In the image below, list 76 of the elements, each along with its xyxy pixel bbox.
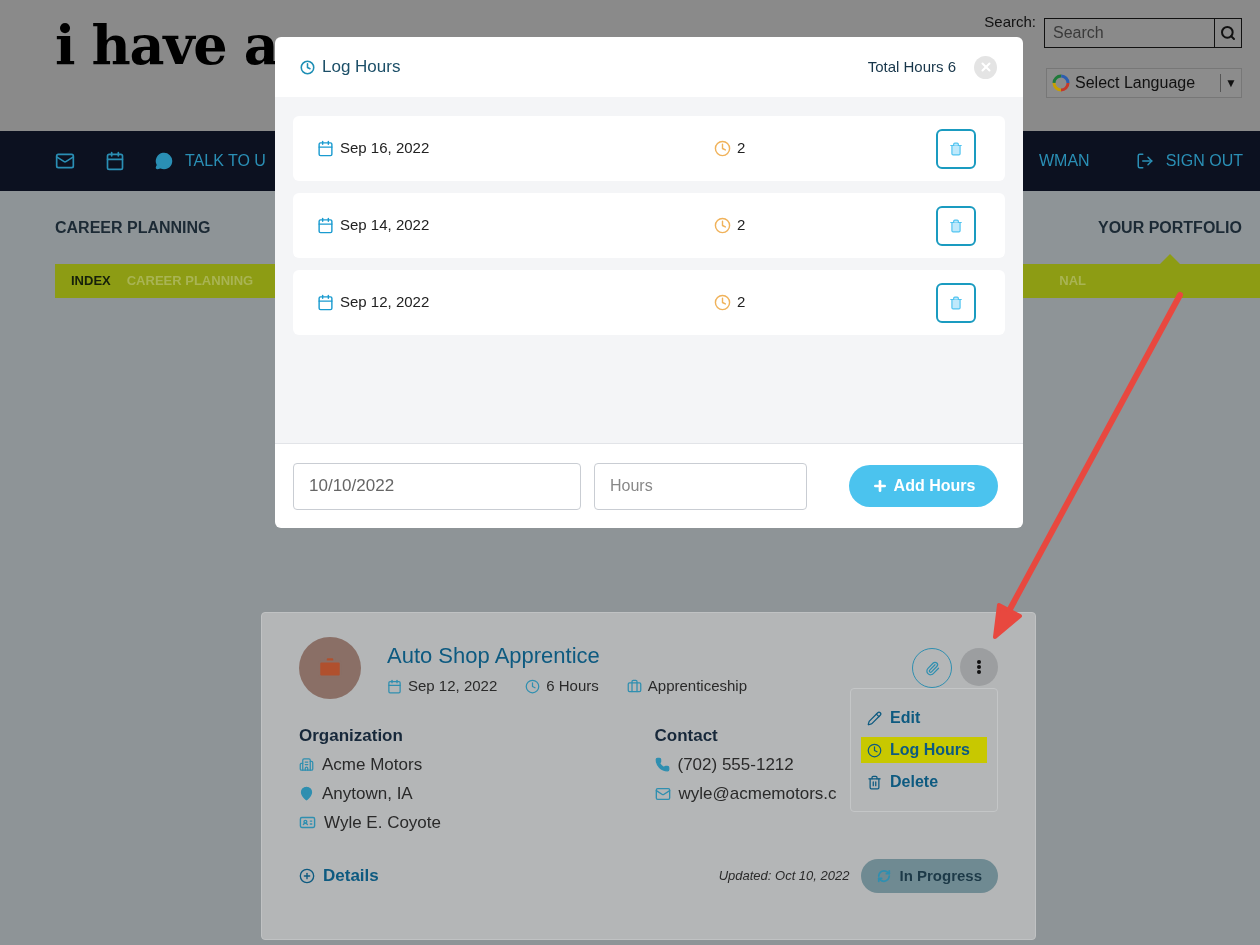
language-select[interactable]: Select Language ▼ bbox=[1046, 68, 1242, 98]
menu-item[interactable]: Edit bbox=[861, 705, 987, 731]
plus-circle-icon bbox=[299, 868, 315, 884]
sign-out-link[interactable]: SIGN OUT bbox=[1165, 149, 1243, 173]
site-logo[interactable]: i have a bbox=[55, 18, 278, 131]
briefcase-icon bbox=[626, 678, 642, 694]
sign-out-icon bbox=[1135, 152, 1154, 170]
trash-icon bbox=[949, 141, 963, 156]
dialog-title: Log Hours bbox=[322, 56, 401, 79]
search-icon bbox=[1220, 25, 1236, 41]
clock-icon bbox=[300, 59, 315, 75]
calendar-icon bbox=[317, 217, 334, 234]
card-title[interactable]: Auto Shop Apprentice bbox=[387, 641, 600, 671]
section-tab[interactable]: YOUR PORTFOLIO bbox=[1098, 215, 1242, 240]
building-icon bbox=[299, 757, 314, 772]
entry-hours: 2 bbox=[737, 138, 746, 159]
card-hours: 6 Hours bbox=[546, 676, 599, 696]
clock-icon bbox=[525, 678, 541, 694]
trash-icon bbox=[949, 218, 963, 233]
entry-date: Sep 16, 2022 bbox=[340, 138, 430, 159]
dropdown-caret: ▼ bbox=[1220, 74, 1237, 92]
updated-date: Updated: Oct 10, 2022 bbox=[718, 867, 850, 886]
date-input[interactable]: 10/10/2022 bbox=[293, 462, 581, 510]
delete-button[interactable] bbox=[936, 205, 976, 246]
calendar-icon bbox=[387, 678, 402, 694]
person-name: Wyle E. Coyote bbox=[324, 812, 441, 834]
trash-icon bbox=[867, 774, 882, 790]
google-logo-icon bbox=[1051, 73, 1071, 93]
search-label: Search: bbox=[984, 14, 1036, 30]
breadcrumb-link[interactable]: INDEX bbox=[71, 271, 111, 291]
status-badge: In Progress bbox=[861, 859, 998, 893]
more-icon bbox=[977, 660, 981, 674]
details-link[interactable]: Details bbox=[299, 863, 379, 889]
section-tab[interactable]: CAREER PLANNING bbox=[55, 215, 211, 240]
organization-name: Acme Motors bbox=[322, 754, 423, 776]
delete-button[interactable] bbox=[936, 128, 976, 169]
delete-button[interactable] bbox=[936, 282, 976, 323]
plus-icon bbox=[871, 478, 888, 494]
location-pin-icon bbox=[299, 786, 314, 801]
clock-icon bbox=[714, 140, 731, 157]
phone-icon bbox=[654, 757, 670, 772]
clock-icon bbox=[714, 294, 731, 311]
clock-icon bbox=[867, 742, 882, 758]
entry-date: Sep 14, 2022 bbox=[340, 215, 430, 236]
search-field[interactable]: Search bbox=[1044, 18, 1214, 48]
entry-hours: 2 bbox=[737, 292, 746, 313]
nav-link[interactable]: WMAN bbox=[1039, 149, 1090, 173]
mail-icon bbox=[654, 785, 671, 802]
clock-icon bbox=[714, 217, 731, 234]
chat-icon bbox=[155, 152, 173, 170]
nav-link[interactable]: TALK TO U bbox=[185, 149, 266, 173]
menu-item[interactable]: Log Hours bbox=[861, 737, 987, 763]
phone-number: (702) 555-1212 bbox=[677, 754, 794, 776]
calendar-icon[interactable] bbox=[105, 151, 125, 171]
total-hours: Total Hours 6 bbox=[867, 56, 956, 77]
mail-icon[interactable] bbox=[55, 151, 75, 171]
id-card-icon bbox=[299, 814, 316, 831]
entry-hours: 2 bbox=[737, 215, 746, 236]
card-type: Apprenticeship bbox=[647, 676, 747, 696]
hours-input[interactable]: Hours bbox=[594, 462, 807, 510]
entry-date: Sep 12, 2022 bbox=[340, 292, 430, 313]
paperclip-icon bbox=[924, 660, 940, 676]
search-button[interactable] bbox=[1214, 18, 1242, 48]
more-button[interactable] bbox=[960, 648, 998, 686]
calendar-icon bbox=[317, 294, 334, 311]
pencil-icon bbox=[867, 710, 882, 726]
email-text: wyle@acmemotors.c bbox=[678, 783, 837, 805]
trash-icon bbox=[949, 295, 963, 310]
section-heading: Organization bbox=[299, 725, 403, 747]
location-text: Anytown, IA bbox=[322, 783, 413, 805]
refresh-icon bbox=[877, 869, 892, 883]
calendar-icon bbox=[317, 140, 334, 157]
card-date: Sep 12, 2022 bbox=[408, 676, 498, 696]
menu-item[interactable]: Delete bbox=[861, 769, 987, 795]
section-heading: Contact bbox=[654, 725, 718, 747]
close-icon bbox=[978, 60, 993, 74]
